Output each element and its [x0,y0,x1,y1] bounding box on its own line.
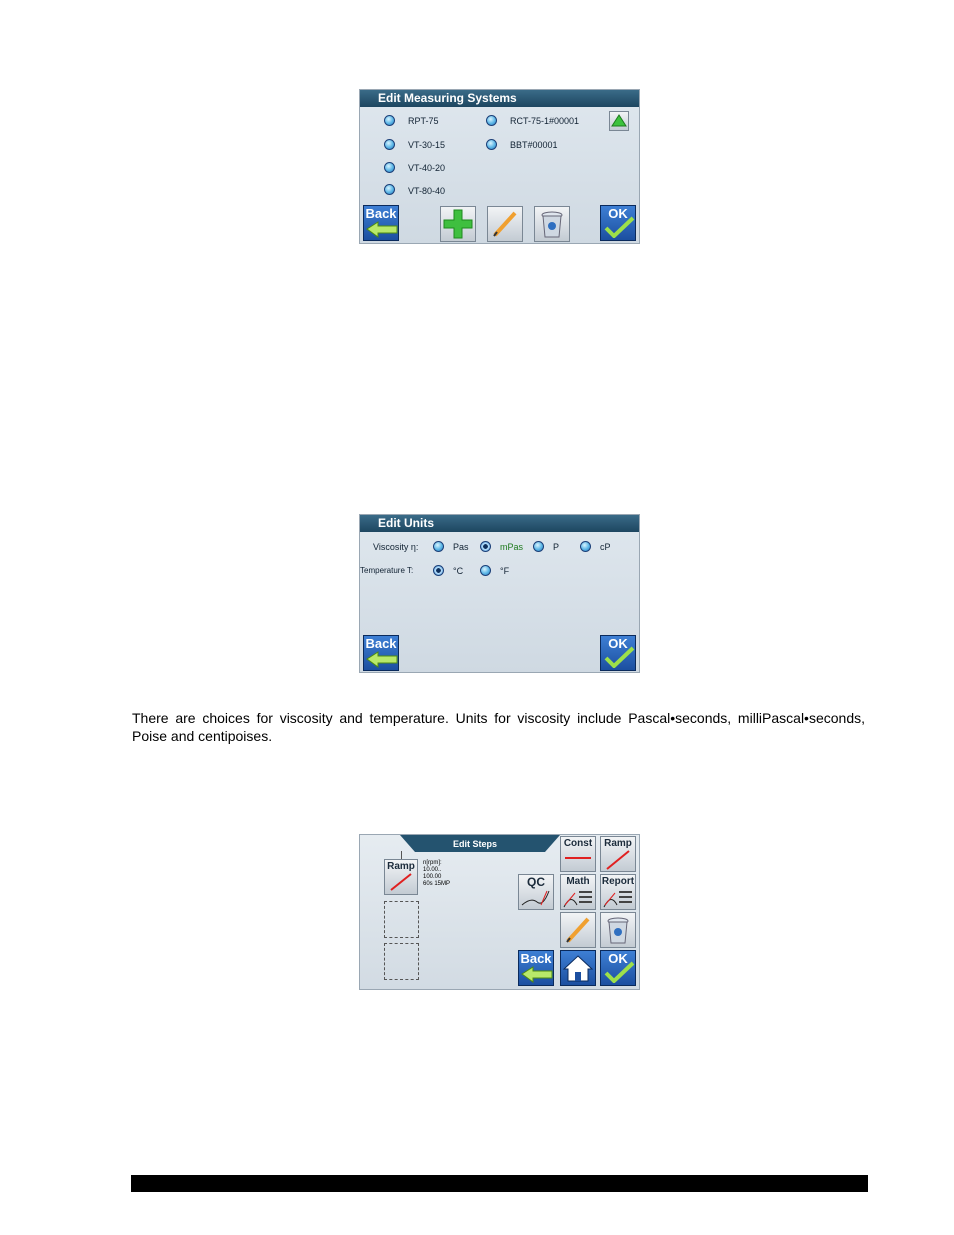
label-celsius: °C [453,566,464,576]
ramp-line-icon [390,873,412,891]
report-button[interactable]: Report [600,874,636,910]
back-button[interactable]: Back [363,205,399,241]
steps-ok-button[interactable]: OK [600,950,636,986]
arrow-left-icon [521,966,553,983]
label-rpt-75: RPT-75 [408,116,439,126]
ramp-button[interactable]: Ramp [600,836,636,872]
footer-bar [131,1175,868,1192]
edit-steps-panel: Edit Steps Ramp n[rpm]: 10.00.. 100.00 6… [359,834,640,990]
label-p: P [553,542,560,552]
plus-icon [443,209,473,239]
radio-pas[interactable] [433,541,444,552]
radio-vt-80-40[interactable] [384,184,395,195]
label-vt-80-40: VT-80-40 [408,186,446,196]
step-1-info-line: 100.00 [423,874,442,880]
math-button[interactable]: Math [560,874,596,910]
const-button[interactable]: Const [560,836,596,872]
radio-cp[interactable] [580,541,591,552]
scroll-up-button[interactable] [609,111,629,131]
label-vt-30-15: VT-30-15 [408,140,446,150]
measuring-systems-title: Edit Measuring Systems [360,90,639,107]
triangle-up-icon [611,114,627,127]
radio-rpt-75[interactable] [384,115,395,126]
edit-step-button[interactable] [560,912,596,948]
step-connector [401,851,402,859]
label-mpas: mPas [500,542,524,552]
qc-curve-icon [521,890,550,906]
units-back-button[interactable]: Back [363,635,399,671]
const-line-icon [565,857,591,859]
report-chart-icon [603,891,632,908]
back-label: Back [365,206,397,221]
viscosity-label: Viscosity η: [373,542,419,552]
empty-step-slot[interactable] [384,943,419,980]
checkmark-icon [604,961,635,983]
home-icon [562,955,594,982]
radio-p[interactable] [533,541,544,552]
steps-back-label: Back [520,951,552,966]
checkmark-icon [604,646,635,668]
units-ok-button[interactable]: OK [600,635,636,671]
pencil-icon [566,917,590,943]
qc-button[interactable]: QC [518,874,554,910]
radio-vt-30-15[interactable] [384,139,395,150]
radio-fahrenheit[interactable] [480,565,491,576]
label-rct-75-1: RCT-75-1#00001 [510,116,580,126]
step-1-info-line: 60s 15MP [423,881,451,887]
home-button[interactable] [560,950,596,986]
label-pas: Pas [453,542,469,552]
temperature-label: Temperature T: [360,566,414,575]
step-1-info: n[rpm]: 10.00.. 100.00 60s 15MP [423,860,450,888]
arrow-left-icon [366,221,398,238]
empty-step-slot[interactable] [384,901,419,938]
radio-vt-40-20[interactable] [384,162,395,173]
checkmark-icon [604,216,635,238]
ramp-line-icon [606,850,630,870]
add-button[interactable] [440,206,476,242]
radio-celsius[interactable] [433,565,444,576]
step-1-info-line: n[rpm]: [423,860,442,866]
radio-mpas[interactable] [480,541,491,552]
ok-button[interactable]: OK [600,205,636,241]
radio-bbt[interactable] [486,139,497,150]
delete-step-button[interactable] [600,912,636,948]
arrow-left-icon [366,651,398,668]
analysis-chart-icon [563,891,592,908]
edit-units-panel: Edit Units Viscosity η: Pas mPas P cP Te… [359,514,640,673]
edit-measuring-systems-panel: Edit Measuring Systems RPT-75 VT-30-15 V… [359,89,640,244]
steps-back-button[interactable]: Back [518,950,554,986]
label-vt-40-20: VT-40-20 [408,163,446,173]
pencil-icon [493,211,517,237]
label-cp: cP [600,542,611,552]
step-1-info-line: 10.00.. [423,867,442,873]
units-title: Edit Units [360,515,639,532]
delete-button[interactable] [534,206,570,242]
units-back-label: Back [365,636,397,651]
radio-rct-75-1[interactable] [486,115,497,126]
trash-icon [541,211,563,238]
steps-title: Edit Steps [452,839,497,849]
label-fahrenheit: °F [500,566,510,576]
units-description: There are choices for viscosity and temp… [132,710,865,744]
label-bbt: BBT#00001 [510,140,558,150]
edit-button[interactable] [487,206,523,242]
step-1-ramp[interactable]: Ramp [384,859,418,895]
trash-icon [607,917,629,944]
